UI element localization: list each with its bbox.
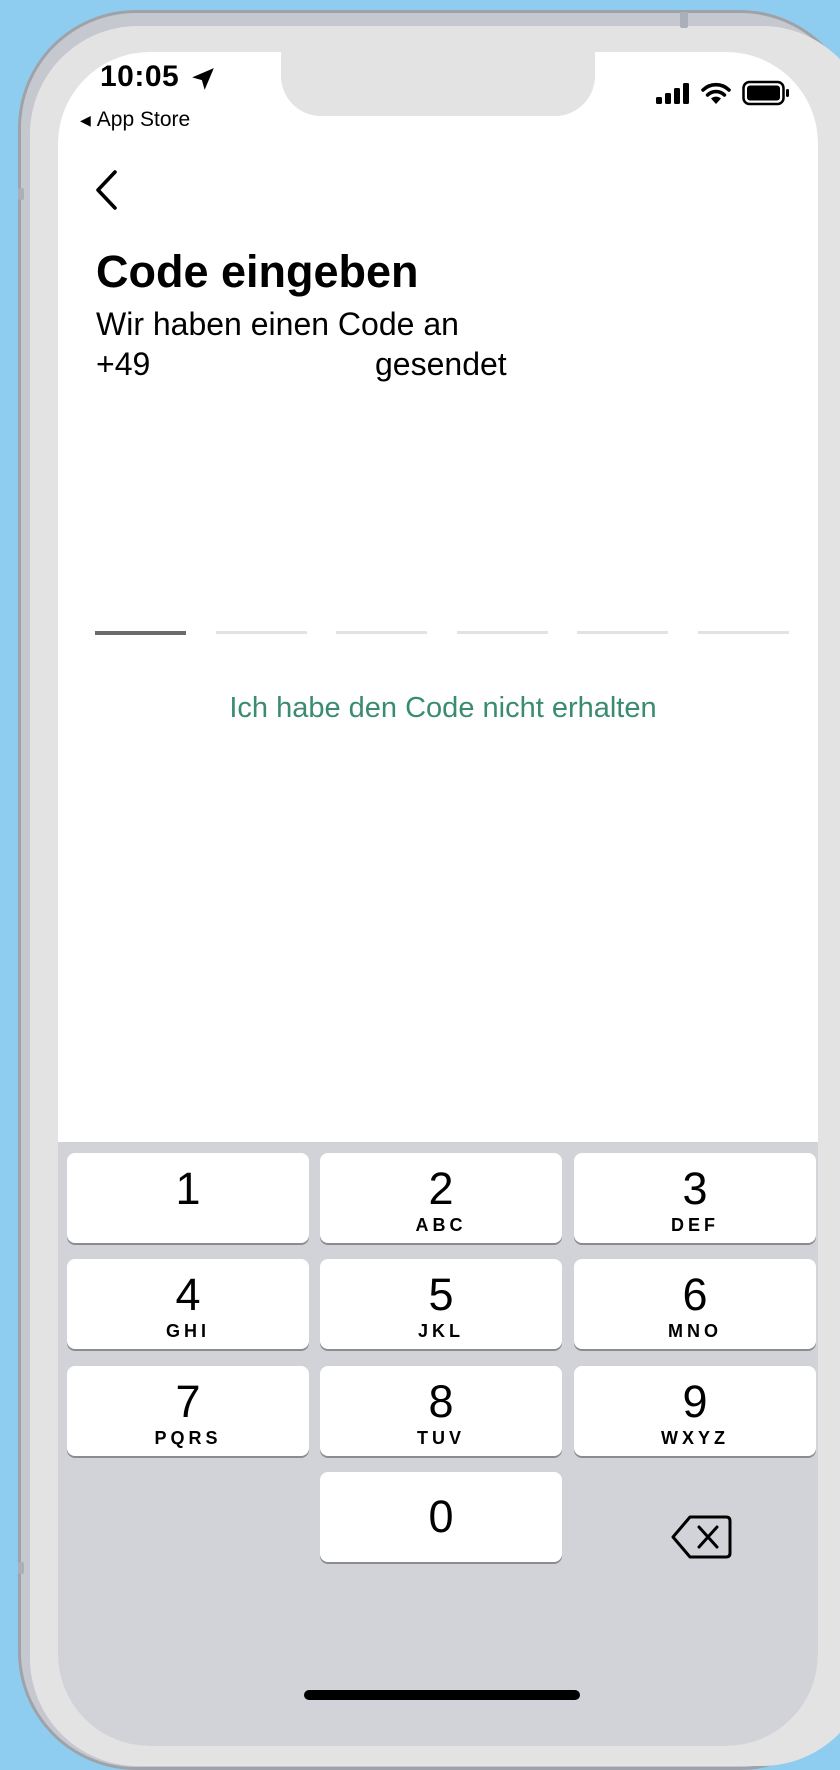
subtitle-line-1: Wir haben einen Code an xyxy=(96,306,459,342)
key-letters: GHI xyxy=(165,1321,210,1341)
key-letters: TUV xyxy=(417,1428,465,1448)
back-app-label: App Store xyxy=(96,108,191,131)
code-input[interactable] xyxy=(95,585,789,635)
code-digit-slot[interactable] xyxy=(577,585,669,634)
phone-number: +49 xyxy=(96,346,151,382)
status-indicators xyxy=(656,80,790,106)
cellular-signal-icon xyxy=(656,83,689,104)
code-digit-slot[interactable] xyxy=(215,585,307,634)
key-9[interactable]: 9 WXYZ xyxy=(574,1366,816,1456)
back-button[interactable] xyxy=(78,162,134,218)
page-subtitle: Wir haben einen Code an +49 gesendet xyxy=(96,304,507,384)
key-digit: 7 xyxy=(175,1376,201,1427)
notch xyxy=(281,52,595,116)
key-letters: WXYZ xyxy=(661,1428,729,1448)
code-digit-slot[interactable] xyxy=(697,585,789,634)
subtitle-suffix: gesendet xyxy=(375,346,507,382)
side-button xyxy=(18,1562,24,1574)
side-button xyxy=(18,188,24,200)
key-6[interactable]: 6 MNO xyxy=(574,1259,816,1349)
side-button xyxy=(680,12,688,28)
code-digit-slot[interactable] xyxy=(456,585,548,634)
chevron-left-icon xyxy=(96,170,117,210)
app-screen: 10:05 ◀ App Store Code eingeben Wir habe… xyxy=(58,52,818,1746)
key-digit: 9 xyxy=(682,1376,708,1427)
page-title: Code eingeben xyxy=(96,246,419,297)
code-digit-slot[interactable] xyxy=(336,585,428,634)
key-0[interactable]: 0 xyxy=(320,1472,562,1562)
key-digit: 2 xyxy=(428,1163,454,1214)
key-8[interactable]: 8 TUV xyxy=(320,1366,562,1456)
key-letters: MNO xyxy=(668,1321,722,1341)
key-digit: 0 xyxy=(428,1491,454,1542)
back-triangle-icon: ◀ xyxy=(80,111,91,128)
code-digit-slot[interactable] xyxy=(95,585,186,635)
key-digit: 1 xyxy=(175,1163,201,1214)
key-digit: 3 xyxy=(682,1163,708,1214)
key-5[interactable]: 5 JKL xyxy=(320,1259,562,1349)
numeric-keypad: 1 2 ABC 3 DEF 4 GHI 5 JKL 6 MNO 7 PQRS 8 TUV 9 WXYZ 0 xyxy=(58,1142,818,1746)
key-3[interactable]: 3 DEF xyxy=(574,1153,816,1243)
subtitle-line-2: +49 gesendet xyxy=(96,344,507,384)
key-digit: 4 xyxy=(175,1269,201,1320)
key-letters: JKL xyxy=(417,1321,464,1341)
key-letters: PQRS xyxy=(154,1428,222,1448)
key-4[interactable]: 4 GHI xyxy=(67,1259,309,1349)
location-arrow-icon xyxy=(192,68,214,90)
key-2[interactable]: 2 ABC xyxy=(320,1153,562,1243)
battery-icon xyxy=(742,80,789,106)
resend-code-link[interactable]: Ich habe den Code nicht erhalten xyxy=(58,692,818,725)
key-letters: DEF xyxy=(671,1215,719,1235)
status-time: 10:05 xyxy=(100,60,180,93)
key-letters: ABC xyxy=(415,1215,467,1235)
key-digit: 5 xyxy=(428,1269,454,1320)
back-to-app-link[interactable]: ◀ App Store xyxy=(80,108,190,132)
backspace-icon[interactable] xyxy=(670,1512,734,1562)
key-1[interactable]: 1 xyxy=(67,1153,309,1243)
wifi-icon xyxy=(701,82,731,104)
key-digit: 6 xyxy=(682,1269,708,1320)
key-7[interactable]: 7 PQRS xyxy=(67,1366,309,1456)
home-indicator xyxy=(304,1690,580,1700)
key-digit: 8 xyxy=(428,1376,454,1427)
